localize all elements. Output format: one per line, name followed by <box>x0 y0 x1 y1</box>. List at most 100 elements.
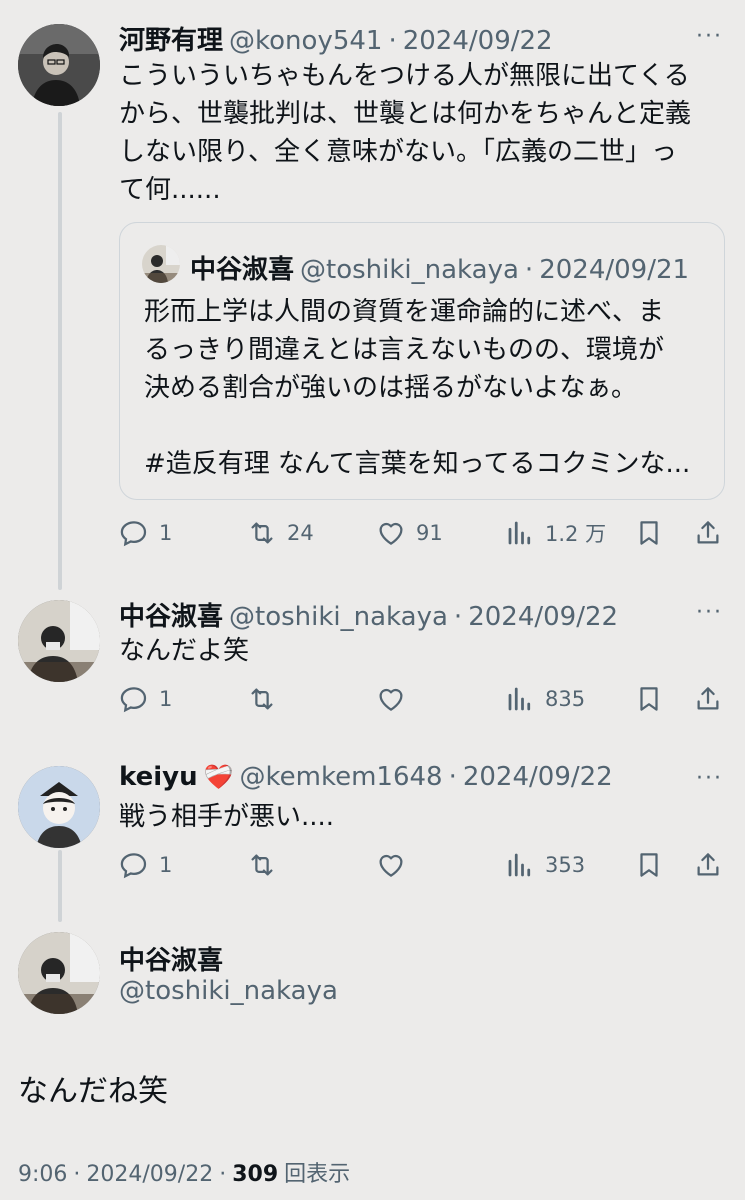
tweet-text-line: から、世襲批判は、世襲とは何かをちゃんと定義 <box>119 99 692 129</box>
quote-text-line: 決める割合が強いのは揺るがないよなぁ。 <box>144 373 637 403</box>
author-handle[interactable]: @toshiki_nakaya <box>119 976 338 1006</box>
reply-count: 1 <box>159 853 173 877</box>
reply-icon <box>119 850 149 880</box>
tweet-text: こういういちゃもんをつける人が無限に出てくる から、世襲批判は、世襲とは何かをち… <box>119 57 729 209</box>
share-button[interactable] <box>693 684 723 714</box>
reply-icon <box>119 684 149 714</box>
reply-button[interactable]: 1 <box>119 684 172 714</box>
bookmark-icon <box>634 684 664 714</box>
separator: · <box>73 1162 81 1187</box>
avatar-photo: ~ <box>18 766 100 848</box>
tweet-text-line: しない限り、全く意味がない。「広義の二世」っ <box>119 137 677 167</box>
views-label: 回表示 <box>284 1162 351 1187</box>
views-button[interactable]: 1.2 万 <box>505 518 606 548</box>
retweet-icon <box>247 684 277 714</box>
views-icon <box>505 518 535 548</box>
views-count: 309 <box>232 1162 279 1187</box>
author-name[interactable]: 中谷淑喜 <box>119 596 223 633</box>
bookmark-button[interactable] <box>634 850 664 880</box>
avatar[interactable] <box>18 24 100 106</box>
quote-header: 中谷淑喜 @toshiki_nakaya · 2024/09/21 <box>190 249 689 286</box>
avatar[interactable]: ~ <box>18 766 100 848</box>
tweet-time[interactable]: 9:06 <box>18 1162 67 1187</box>
author-name: 中谷淑喜 <box>190 255 295 285</box>
tweet-text-line: て何...... <box>119 175 221 205</box>
retweet-count: 24 <box>287 521 314 545</box>
views-icon <box>505 684 535 714</box>
like-icon <box>376 684 406 714</box>
retweet-icon <box>247 518 277 548</box>
share-icon <box>693 518 723 548</box>
avatar[interactable] <box>18 600 100 682</box>
more-icon[interactable]: ··· <box>696 24 723 49</box>
share-button[interactable] <box>693 518 723 548</box>
reply-button[interactable]: 1 <box>119 850 172 880</box>
thread-line <box>58 850 62 922</box>
reply-icon <box>119 518 149 548</box>
views-button[interactable]: 353 <box>505 850 585 880</box>
share-button[interactable] <box>693 850 723 880</box>
share-icon <box>693 684 723 714</box>
views-icon <box>505 850 535 880</box>
avatar-photo <box>18 24 100 106</box>
views-count: 1.2 万 <box>545 522 607 546</box>
more-icon[interactable]: ··· <box>696 600 723 625</box>
author-handle[interactable]: @kemkem1648 <box>240 762 443 792</box>
avatar-photo <box>18 932 100 1014</box>
separator: · <box>453 602 463 632</box>
bookmark-button[interactable] <box>634 684 664 714</box>
quote-text-line <box>144 407 714 445</box>
bookmark-icon <box>634 518 664 548</box>
retweet-icon <box>247 850 277 880</box>
views-count: 835 <box>545 687 586 711</box>
quote-text-line: #造反有理 なんて言葉を知ってるコクミンな... <box>144 449 691 479</box>
author-handle: @toshiki_nakaya <box>300 255 519 285</box>
like-button[interactable]: 91 <box>376 518 443 548</box>
tweet-header: keiyu ❤️‍🩹 @kemkem1648 · 2024/09/22 <box>119 762 613 792</box>
quote-avatar <box>142 245 180 283</box>
quoted-tweet[interactable]: 中谷淑喜 @toshiki_nakaya · 2024/09/21 形而上学は人… <box>119 222 725 500</box>
quote-text: 形而上学は人間の資質を運命論的に述べ、ま るっきり間違えとは言えないものの、環境… <box>144 293 714 483</box>
separator: · <box>524 255 534 285</box>
like-count: 91 <box>416 521 443 545</box>
author-handle[interactable]: @konoy541 <box>229 26 382 56</box>
tweet-date[interactable]: 2024/09/22 <box>403 26 553 56</box>
separator: · <box>448 762 457 792</box>
tweet-date[interactable]: 2024/09/22 <box>86 1162 213 1187</box>
more-icon[interactable]: ··· <box>696 766 723 791</box>
tweet-header: 中谷淑喜 @toshiki_nakaya · 2024/09/22 <box>119 596 618 633</box>
author-name[interactable]: 河野有理 <box>119 20 223 57</box>
tweet-text: 戦う相手が悪い.... <box>119 802 335 832</box>
tweet-date[interactable]: 2024/09/22 <box>463 762 613 792</box>
like-icon <box>376 850 406 880</box>
author-name[interactable]: keiyu <box>119 762 198 792</box>
like-button[interactable] <box>376 684 406 714</box>
separator: · <box>219 1162 227 1187</box>
profile-badge-icon: ❤️‍🩹 <box>203 763 234 791</box>
author-handle[interactable]: @toshiki_nakaya <box>229 602 448 632</box>
avatar-photo <box>18 600 100 682</box>
tweet-text: なんだね笑 <box>18 1074 168 1109</box>
tweet-text: なんだよ笑 <box>119 636 250 666</box>
separator: · <box>388 26 397 56</box>
retweet-button[interactable]: 24 <box>247 518 314 548</box>
thread-line <box>58 112 62 590</box>
quote-text-line: 形而上学は人間の資質を運命論的に述べ、ま <box>144 297 665 327</box>
tweet-date: 2024/09/21 <box>539 255 690 285</box>
share-icon <box>693 850 723 880</box>
quote-text-line: るっきり間違えとは言えないものの、環境が <box>144 335 665 365</box>
retweet-button[interactable] <box>247 684 277 714</box>
like-icon <box>376 518 406 548</box>
retweet-button[interactable] <box>247 850 277 880</box>
reply-count: 1 <box>159 687 173 711</box>
author-name[interactable]: 中谷淑喜 <box>119 940 223 977</box>
tweet-date[interactable]: 2024/09/22 <box>468 602 618 632</box>
bookmark-button[interactable] <box>634 518 664 548</box>
tweet-timestamp: 9:06 · 2024/09/22 · 309 回表示 <box>18 1156 350 1188</box>
like-button[interactable] <box>376 850 406 880</box>
views-count: 353 <box>545 853 586 877</box>
avatar[interactable] <box>18 932 100 1014</box>
views-button[interactable]: 835 <box>505 684 585 714</box>
reply-button[interactable]: 1 <box>119 518 172 548</box>
avatar-photo <box>142 245 180 283</box>
